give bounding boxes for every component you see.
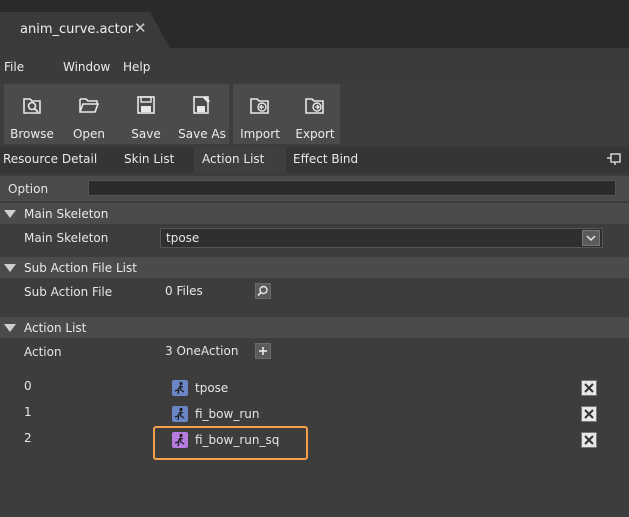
browse-files-button[interactable] (255, 283, 271, 299)
menu-window[interactable]: Window (63, 60, 110, 74)
section-main-skeleton-header: Main Skeleton (24, 207, 109, 221)
browse-label: Browse (10, 127, 54, 141)
highlighted-action-outline (153, 426, 308, 460)
action-index: 1 (24, 405, 32, 419)
collapse-triangle-icon[interactable] (4, 324, 16, 332)
search-icon (257, 285, 268, 297)
save-as-button[interactable]: Save As (176, 84, 228, 144)
action-index: 0 (24, 379, 32, 393)
save-as-icon (193, 96, 210, 114)
action-count: 3 OneAction (165, 344, 239, 358)
open-button[interactable]: Open (62, 84, 116, 144)
save-icon (137, 96, 155, 114)
close-tab-icon[interactable]: ✕ (134, 20, 147, 36)
list-item: 1 fi_bow_run (0, 402, 629, 426)
import-icon (250, 98, 269, 114)
pin-icon[interactable] (607, 153, 621, 165)
section-action-list-header: Action List (24, 321, 87, 335)
browse-icon (23, 98, 41, 114)
tab-action-list[interactable]: Action List (202, 152, 264, 166)
menu-help[interactable]: Help (123, 60, 150, 74)
option-label: Option (8, 182, 49, 196)
import-button[interactable]: Import (234, 84, 286, 144)
close-icon (584, 409, 594, 419)
browse-button[interactable]: Browse (4, 84, 60, 144)
action-index: 2 (24, 431, 32, 445)
main-skeleton-value: tpose (166, 231, 200, 245)
export-button[interactable]: Export (289, 84, 341, 144)
open-label: Open (72, 127, 106, 141)
action-name[interactable]: tpose (195, 381, 228, 395)
collapse-triangle-icon[interactable] (4, 210, 16, 218)
sub-action-label: Sub Action File (24, 285, 113, 299)
tab-effect-bind[interactable]: Effect Bind (293, 152, 358, 166)
folder-open-icon (79, 98, 100, 113)
save-button[interactable]: Save (119, 84, 173, 144)
running-figure-icon (172, 380, 188, 396)
tab-resource-detail[interactable]: Resource Detail (3, 152, 97, 166)
section-action-list[interactable] (0, 317, 629, 338)
action-label: Action (24, 345, 62, 359)
list-item: 2 fi_bow_run_sq (0, 428, 629, 452)
tab-skin-list[interactable]: Skin List (124, 152, 174, 166)
delete-action-button[interactable] (581, 380, 597, 396)
sub-action-count: 0 Files (165, 284, 203, 298)
save-label: Save (131, 127, 161, 141)
delete-action-button[interactable] (581, 406, 597, 422)
add-action-button[interactable] (255, 343, 271, 359)
import-label: Import (240, 127, 280, 141)
action-name[interactable]: fi_bow_run (195, 407, 259, 421)
close-icon (584, 383, 594, 393)
dropdown-arrow-button[interactable] (582, 230, 600, 246)
save-as-label: Save As (178, 127, 226, 141)
close-icon (584, 435, 594, 445)
document-tab-title: anim_curve.actor (20, 22, 134, 37)
chevron-down-icon (586, 235, 596, 242)
main-skeleton-dropdown[interactable] (160, 228, 603, 248)
list-item: 0 tpose (0, 376, 629, 400)
menu-file[interactable]: File (4, 60, 24, 74)
running-figure-icon (172, 406, 188, 422)
delete-action-button[interactable] (581, 432, 597, 448)
option-field[interactable] (88, 180, 616, 196)
export-icon (305, 98, 324, 114)
plus-icon (259, 347, 267, 355)
collapse-triangle-icon[interactable] (4, 264, 16, 272)
section-sub-action-header: Sub Action File List (24, 261, 137, 275)
export-label: Export (295, 127, 335, 141)
main-skeleton-label: Main Skeleton (24, 231, 109, 245)
